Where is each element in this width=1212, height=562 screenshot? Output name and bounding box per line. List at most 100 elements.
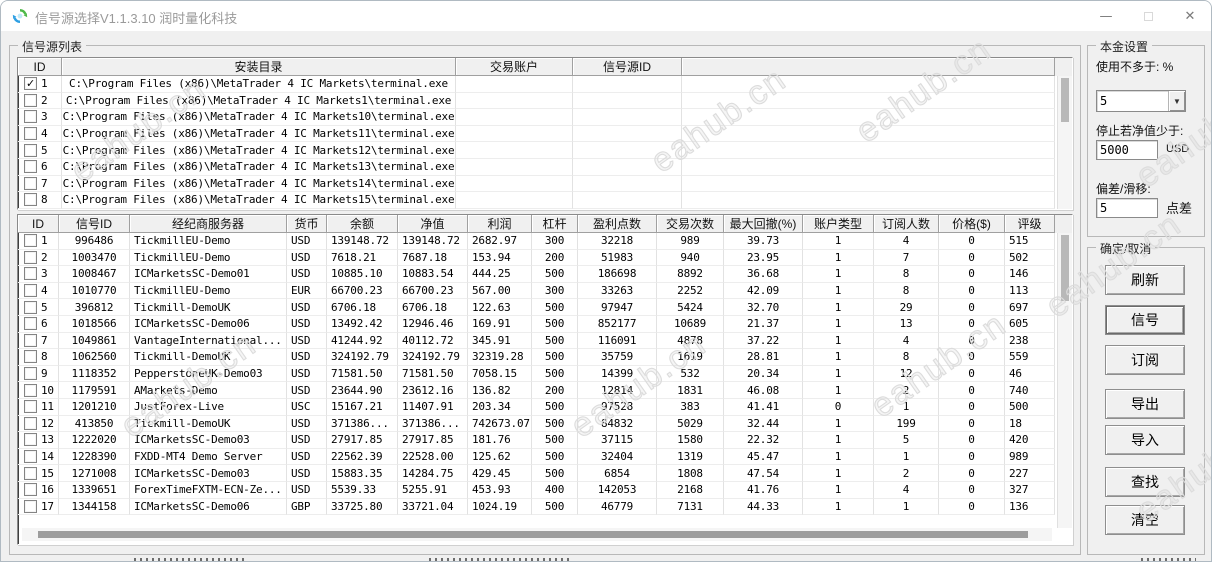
terminal-row[interactable]: 3 C:\Program Files (x86)\MetaTrader 4 IC … — [18, 109, 1072, 126]
row-checkbox[interactable] — [24, 143, 37, 157]
signal-data-cell-8: 12814 — [578, 382, 657, 399]
signals-column-header-10[interactable]: 最大回撤(%) — [724, 215, 803, 233]
scrollbar-thumb[interactable] — [38, 531, 1028, 538]
row-checkbox[interactable] — [24, 267, 37, 281]
scrollbar-thumb[interactable] — [1061, 78, 1069, 122]
signal-data-cell-14: 559 — [1005, 349, 1055, 366]
signal-data-cell-1: 1344158 — [59, 498, 130, 516]
terminals-column-header-3[interactable]: 信号源ID — [573, 58, 682, 76]
signals-column-header-11[interactable]: 账户类型 — [803, 215, 874, 233]
row-checkbox[interactable] — [24, 499, 37, 513]
signal-row[interactable]: 13 1222020 ICMarketsSC-Demo03 USD 27917.85 27… — [18, 432, 1072, 449]
use-percent-input[interactable] — [1097, 91, 1168, 111]
row-checkbox[interactable] — [24, 317, 37, 331]
export-button[interactable]: 导出 — [1105, 389, 1185, 419]
signals-column-header-0[interactable]: ID — [18, 215, 59, 233]
row-checkbox[interactable] — [24, 127, 37, 141]
signals-column-header-3[interactable]: 货币 — [287, 215, 327, 233]
signal-data-cell-14: 515 — [1005, 233, 1055, 250]
terminal-row[interactable]: ✓ 1 C:\Program Files (x86)\MetaTrader 4 IC… — [18, 76, 1072, 93]
signal-row[interactable]: 7 1049861 VantageInternational... USD 41244.… — [18, 332, 1072, 350]
terminals-column-header-2[interactable]: 交易账户 — [456, 58, 573, 76]
signal-row[interactable]: 2 1003470 TickmillEU-Demo USD 7618.21 7687.18… — [18, 249, 1072, 267]
signal-row[interactable]: 4 1010770 TickmillEU-Demo EUR 66700.23 66700.… — [18, 282, 1072, 300]
row-checkbox[interactable] — [24, 333, 37, 347]
signals-column-header-5[interactable]: 净值 — [398, 215, 468, 233]
signal-row[interactable]: 6 1018566 ICMarketsSC-Demo06 USD 13492.42 129… — [18, 315, 1072, 333]
signal-id-cell: 15 — [18, 465, 59, 482]
signals-column-header-2[interactable]: 经纪商服务器 — [130, 215, 287, 233]
signals-horizontal-scrollbar[interactable] — [22, 528, 1052, 541]
terminal-account-cell — [456, 158, 573, 176]
minimize-button[interactable]: — — [1085, 1, 1127, 31]
row-checkbox[interactable] — [24, 383, 37, 397]
signals-column-header-6[interactable]: 利润 — [468, 215, 532, 233]
signal-row[interactable]: 15 1271008 ICMarketsSC-Demo03 USD 15883.35 14… — [18, 465, 1072, 482]
terminals-column-header-0[interactable]: ID — [18, 58, 62, 76]
row-checkbox[interactable] — [24, 350, 37, 364]
signal-row[interactable]: 8 1062560 Tickmill-DemoUK USD 324192.79 32419… — [18, 349, 1072, 366]
row-checkbox[interactable] — [24, 284, 37, 298]
signal-row[interactable]: 5 396812 Tickmill-DemoUK USD 6706.18 6706.18 1… — [18, 299, 1072, 316]
signal-row[interactable]: 9 1118352 PepperstoneUK-Demo03 USD 71581.50 7… — [18, 365, 1072, 383]
signal-row[interactable]: 3 1008467 ICMarketsSC-Demo01 USD 10885.10 108… — [18, 266, 1072, 283]
signal-data-cell-6: 453.93 — [468, 481, 532, 499]
signals-vertical-scrollbar[interactable] — [1057, 233, 1072, 528]
signal-row[interactable]: 16 1339651 ForexTimeFXTM-ECN-Ze... USD 5539.… — [18, 481, 1072, 499]
row-checkbox[interactable] — [24, 250, 37, 264]
signal-row[interactable]: 17 1344158 ICMarketsSC-Demo06 GBP 33725.80 33… — [18, 498, 1072, 516]
signals-column-header-7[interactable]: 杠杆 — [532, 215, 578, 233]
signals-column-header-14[interactable]: 评级 — [1005, 215, 1055, 233]
row-checkbox[interactable] — [24, 483, 37, 497]
dropdown-arrow-icon[interactable]: ▼ — [1168, 91, 1185, 111]
subscribe-button[interactable]: 订阅 — [1105, 345, 1185, 375]
row-checkbox[interactable] — [24, 160, 37, 174]
terminal-row[interactable]: 4 C:\Program Files (x86)\MetaTrader 4 IC … — [18, 125, 1072, 143]
signals-column-header-8[interactable]: 盈利点数 — [578, 215, 657, 233]
signals-column-header-1[interactable]: 信号ID — [59, 215, 130, 233]
terminals-column-header-1[interactable]: 安装目录 — [62, 58, 456, 76]
row-checkbox[interactable]: ✓ — [24, 77, 37, 91]
row-checkbox[interactable] — [24, 110, 37, 124]
slippage-input[interactable] — [1096, 198, 1158, 218]
terminal-row[interactable]: 5 C:\Program Files (x86)\MetaTrader 4 IC … — [18, 142, 1072, 159]
row-checkbox[interactable] — [24, 466, 37, 480]
row-checkbox[interactable] — [24, 450, 37, 464]
row-checkbox[interactable] — [24, 400, 37, 414]
row-checkbox[interactable] — [24, 300, 37, 314]
signal-row[interactable]: 1 996486 TickmillEU-Demo USD 139148.72 139148… — [18, 233, 1072, 250]
row-checkbox[interactable] — [24, 176, 37, 190]
signals-column-header-13[interactable]: 价格($) — [939, 215, 1005, 233]
signal-row[interactable]: 11 1201210 JustForex-Live USC 15167.21 11407.… — [18, 398, 1072, 416]
scrollbar-thumb[interactable] — [1061, 235, 1069, 301]
row-checkbox[interactable] — [24, 193, 37, 207]
row-checkbox[interactable] — [24, 234, 37, 248]
signal-row[interactable]: 12 413850 Tickmill-DemoUK USD 371386... 37138… — [18, 415, 1072, 433]
stop-equity-input[interactable] — [1096, 140, 1158, 160]
refresh-button[interactable]: 刷新 — [1105, 265, 1185, 295]
row-checkbox[interactable] — [24, 433, 37, 447]
find-button[interactable]: 查找 — [1105, 467, 1185, 497]
close-button[interactable]: ✕ — [1169, 1, 1211, 31]
signal-row[interactable]: 10 1179591 AMarkets-Demo USD 23644.90 23612.1… — [18, 382, 1072, 399]
clear-button[interactable]: 清空 — [1105, 505, 1185, 535]
maximize-button[interactable] — [1127, 1, 1169, 31]
terminal-row[interactable]: 7 C:\Program Files (x86)\MetaTrader 4 IC … — [18, 175, 1072, 193]
row-checkbox[interactable] — [24, 416, 37, 430]
signals-column-header-9[interactable]: 交易次数 — [657, 215, 724, 233]
terminals-column-header-filler[interactable] — [682, 58, 1055, 76]
terminal-row[interactable]: 6 C:\Program Files (x86)\MetaTrader 4 IC … — [18, 158, 1072, 176]
row-checkbox[interactable] — [24, 93, 37, 107]
import-button[interactable]: 导入 — [1105, 425, 1185, 455]
signal-button[interactable]: 信号 — [1105, 305, 1185, 335]
terminals-vertical-scrollbar[interactable] — [1057, 76, 1072, 209]
terminal-row[interactable]: 8 C:\Program Files (x86)\MetaTrader 4 IC … — [18, 192, 1072, 209]
signals-column-header-4[interactable]: 余额 — [327, 215, 398, 233]
signals-column-header-12[interactable]: 订阅人数 — [874, 215, 939, 233]
row-checkbox[interactable] — [24, 367, 37, 381]
signal-row[interactable]: 14 1228390 FXDD-MT4 Demo Server USD 22562.39… — [18, 448, 1072, 466]
signal-data-cell-11: 1 — [803, 465, 874, 482]
signal-data-cell-6: 742673.07 — [468, 415, 532, 433]
signal-data-cell-3: EUR — [287, 282, 327, 300]
terminal-row[interactable]: 2 C:\Program Files (x86)\MetaTrader 4 IC … — [18, 92, 1072, 110]
